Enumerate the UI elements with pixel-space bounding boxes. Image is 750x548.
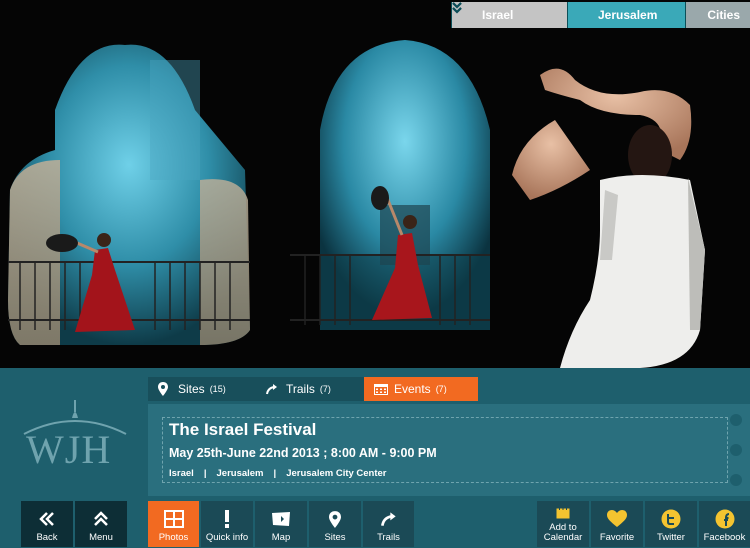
chevron-double-down-icon (452, 2, 590, 23)
twitter-label: Twitter (657, 532, 685, 543)
left-arch (8, 44, 250, 346)
map-button[interactable]: Map (255, 501, 307, 547)
trails-label: Trails (377, 532, 400, 543)
chevron-double-up-icon (94, 508, 108, 530)
event-location: Israel | Jerusalem | Jerusalem City Cent… (169, 468, 387, 479)
exclamation-icon (224, 508, 230, 530)
back-button[interactable]: Back (21, 501, 73, 547)
location-venue[interactable]: Jerusalem City Center (286, 468, 386, 479)
calendar-icon (374, 381, 388, 397)
event-title: The Israel Festival (169, 420, 317, 439)
sites-label: Sites (324, 532, 346, 543)
photos-label: Photos (158, 532, 189, 543)
breadcrumb-israel[interactable]: Israel (451, 2, 567, 28)
tab-trails[interactable]: Trails (7) (256, 377, 364, 401)
wjh-logo: WJH (20, 396, 130, 476)
content-tabs: Sites (15) Trails (7) Events (7) (148, 377, 478, 401)
chevron-double-left-icon (39, 508, 55, 530)
map-label: Map (271, 532, 291, 543)
breadcrumb-label: Jerusalem (598, 8, 658, 22)
twitter-icon (661, 508, 681, 530)
favorite-button[interactable]: Favorite (591, 501, 643, 547)
map-icon (271, 508, 291, 530)
tab-sites-label: Sites (178, 382, 205, 396)
ticket-notch (730, 474, 742, 486)
tab-trails-count: (7) (319, 384, 331, 394)
breadcrumb-label: Israel (482, 8, 514, 22)
breadcrumb-jerusalem[interactable]: Jerusalem (452, 2, 685, 28)
calendar-icon (556, 505, 570, 521)
location-city[interactable]: Jerusalem (217, 468, 264, 479)
hero-photo: Israel Jerusalem Cities (0, 0, 750, 368)
location-separator: | (203, 468, 207, 479)
bottom-panel: WJH Sites (15) Trails (7) Events (7) The… (0, 368, 750, 548)
add-to-calendar-button[interactable]: Add to Calendar (537, 501, 589, 547)
map-pin-icon (158, 381, 172, 397)
tab-trails-label: Trails (286, 382, 315, 396)
trail-arrow-icon (380, 508, 397, 530)
event-photo (8, 40, 705, 368)
back-label: Back (36, 532, 58, 543)
trail-arrow-icon (266, 381, 280, 397)
quick-info-button[interactable]: Quick info (201, 501, 253, 547)
tab-sites[interactable]: Sites (15) (148, 377, 256, 401)
tab-events-count: (7) (435, 384, 447, 394)
breadcrumb-label: Cities (707, 8, 740, 22)
favorite-label: Favorite (599, 532, 635, 543)
photos-button[interactable]: Photos (148, 501, 199, 547)
ticket-notch (730, 444, 742, 456)
middle-arch (290, 40, 490, 330)
logo-text: WJH (26, 427, 112, 472)
event-date: May 25th-June 22nd 2013 ; 8:00 AM - 9:00… (169, 446, 437, 460)
add-to-calendar-label: Add to Calendar (543, 522, 583, 543)
twitter-button[interactable]: Twitter (645, 501, 697, 547)
breadcrumb-cities[interactable]: Cities (452, 2, 750, 28)
quick-info-label: Quick info (205, 532, 249, 543)
grid-icon (163, 508, 184, 530)
location-country[interactable]: Israel (169, 468, 194, 479)
facebook-label: Facebook (703, 532, 746, 543)
facebook-icon (715, 508, 735, 530)
foreground-dancer (512, 68, 705, 368)
chevron-double-down-icon (452, 2, 699, 23)
trails-button[interactable]: Trails (363, 501, 414, 547)
breadcrumb: Israel Jerusalem Cities (451, 2, 750, 28)
menu-button[interactable]: Menu (75, 501, 127, 547)
tab-sites-count: (15) (209, 384, 226, 394)
event-info-card: The Israel Festival May 25th-June 22nd 2… (148, 404, 750, 496)
heart-icon (607, 508, 627, 530)
menu-label: Menu (89, 532, 113, 543)
sites-button[interactable]: Sites (309, 501, 361, 547)
event-info-frame: The Israel Festival May 25th-June 22nd 2… (162, 417, 728, 483)
tab-events[interactable]: Events (7) (364, 377, 478, 401)
map-pin-icon (329, 508, 341, 530)
facebook-button[interactable]: Facebook (699, 501, 750, 547)
location-separator: | (273, 468, 277, 479)
tab-events-label: Events (394, 382, 431, 396)
ticket-notch (730, 414, 742, 426)
